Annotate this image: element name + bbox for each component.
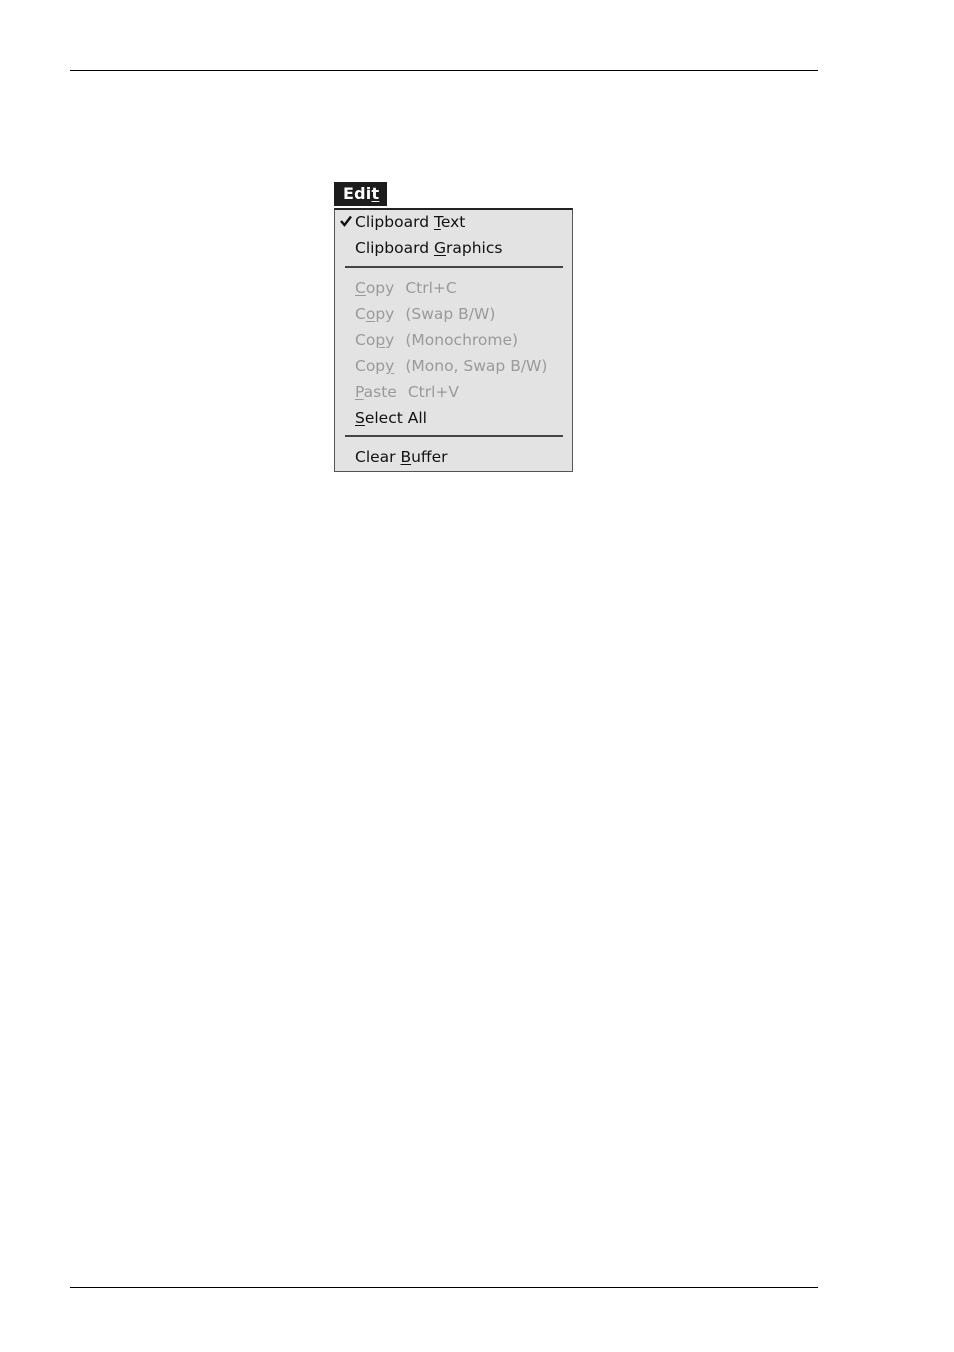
menu-item-copy-monochrome[interactable]: Copy (Monochrome) [355,328,518,352]
menu-item-clear-buffer[interactable]: Clear Buffer [355,445,448,469]
menu-title-mnemonic: t [371,184,380,203]
menu-separator [345,435,563,437]
shortcut-label: Ctrl+V [407,383,460,401]
edit-menu-title[interactable]: Edit [334,182,387,206]
item-detail-label: (Mono, Swap B/W) [405,357,548,375]
menu-title-text: Edi [343,184,372,203]
checkmark-icon [340,215,352,227]
page-footer-rule [70,1287,818,1288]
item-detail-label: (Monochrome) [405,331,519,349]
page-header-rule [70,70,818,71]
menu-item-select-all[interactable]: Select All [355,406,427,430]
menu-item-copy-mono-swap-bw[interactable]: Copy (Mono, Swap B/W) [355,354,547,378]
menu-separator [345,266,563,268]
edit-menu-dropdown: Clipboard Text Clipboard Graphics Copy Ct… [334,208,573,472]
menu-item-clipboard-text[interactable]: Clipboard Text [340,210,465,234]
menu-item-paste[interactable]: Paste Ctrl+V [355,380,459,404]
menu-item-clipboard-graphics[interactable]: Clipboard Graphics [355,236,502,260]
shortcut-label: Ctrl+C [405,279,457,297]
item-detail-label: (Swap B/W) [405,305,496,323]
menu-item-copy-swap-bw[interactable]: Copy (Swap B/W) [355,302,495,326]
menu-item-copy[interactable]: Copy Ctrl+C [355,276,457,300]
